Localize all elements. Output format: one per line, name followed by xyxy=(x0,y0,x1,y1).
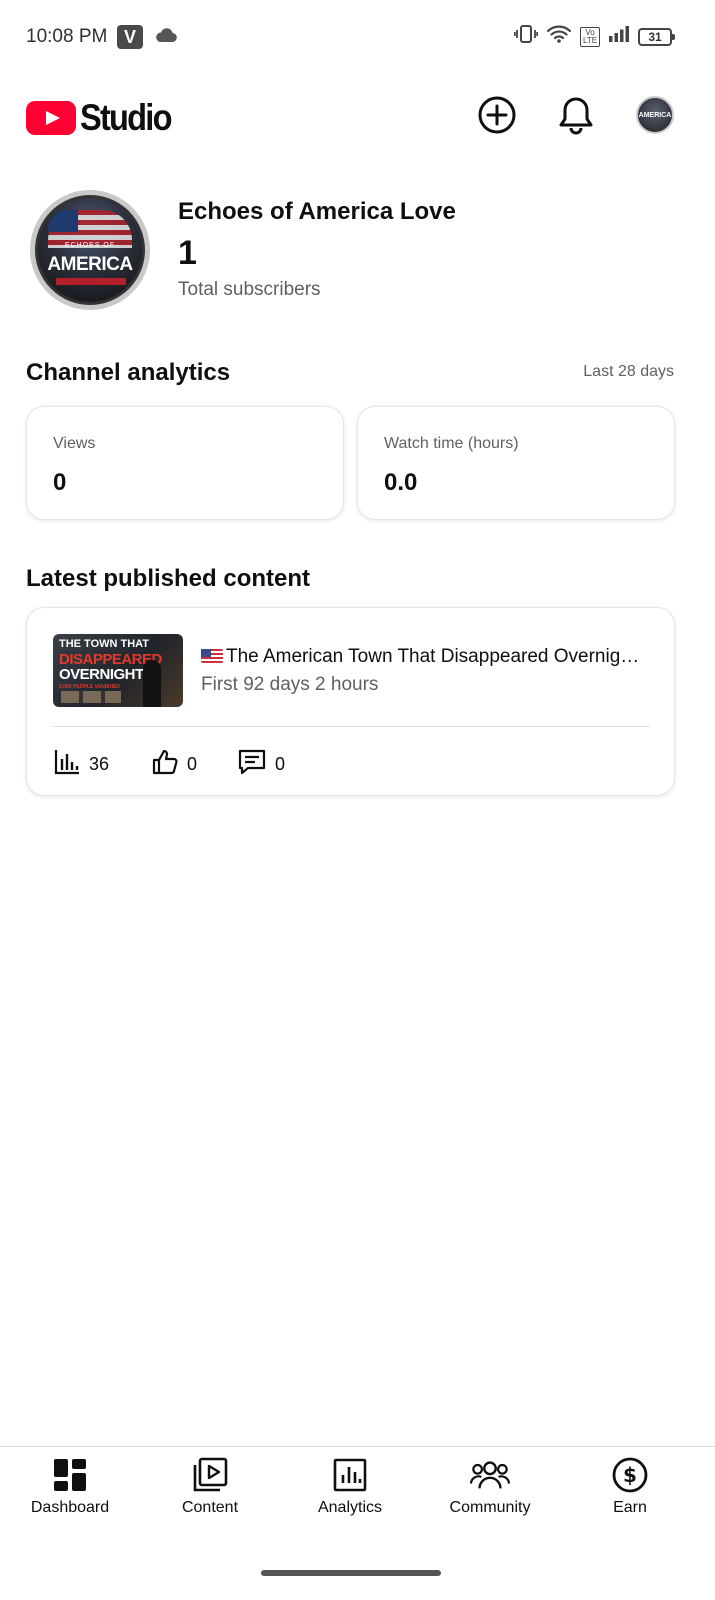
create-button[interactable] xyxy=(473,93,521,141)
svg-text:$: $ xyxy=(623,1463,637,1487)
views-card[interactable]: Views 0 xyxy=(26,406,344,520)
metric-value: 0.0 xyxy=(384,469,418,496)
bell-icon xyxy=(557,95,595,140)
subscriber-count: 1 xyxy=(178,234,197,272)
earn-icon: $ xyxy=(610,1455,650,1495)
analytics-section-title: Channel analytics xyxy=(26,359,231,386)
nav-label: Content xyxy=(181,1499,239,1516)
subscriber-label: Total subscribers xyxy=(178,279,321,300)
create-icon xyxy=(477,95,517,140)
bar-chart-icon xyxy=(53,748,81,781)
video-period: First 92 days 2 hours xyxy=(201,674,379,695)
nav-label: Earn xyxy=(613,1499,647,1516)
volte-icon: Vo LTE xyxy=(580,26,600,47)
comment-icon xyxy=(237,748,267,781)
comments-count: 0 xyxy=(275,754,286,774)
status-time: 10:08 PM xyxy=(26,26,108,47)
thumbs-up-icon xyxy=(151,748,179,781)
app-notification-icon: V xyxy=(117,25,143,49)
person-silhouette xyxy=(143,660,161,707)
battery-icon: 31 xyxy=(638,27,675,46)
channel-name: Echoes of America Love xyxy=(178,198,456,225)
thumbnail-text: OVERNIGHT xyxy=(59,666,144,683)
video-title-text: The American Town That Disappeared Overn… xyxy=(226,646,640,667)
metric-label: Views xyxy=(53,435,96,452)
notifications-button[interactable] xyxy=(552,93,600,141)
wifi-icon xyxy=(546,24,572,49)
video-title[interactable]: The American Town That Disappeared Overn… xyxy=(201,646,649,668)
nav-dashboard[interactable]: Dashboard xyxy=(0,1455,140,1517)
analytics-period: Last 28 days xyxy=(583,363,674,380)
video-thumbnail[interactable]: THE TOWN THAT DISAPPEARED OVERNIGHT 2,00… xyxy=(53,634,183,707)
likes-count: 0 xyxy=(187,754,198,774)
avatar-small-text: AMERICA xyxy=(638,111,672,119)
avatar-top-text: ECHOES OF xyxy=(64,242,116,249)
vibrate-icon xyxy=(513,24,539,49)
signal-icon xyxy=(608,25,630,48)
nav-label: Analytics xyxy=(317,1499,383,1516)
nav-label: Dashboard xyxy=(30,1499,110,1516)
nav-label: Community xyxy=(449,1499,531,1516)
community-icon xyxy=(470,1455,510,1495)
avatar-wordmark: AMERICA xyxy=(47,254,133,275)
thumbnail-text: 2,000 PEOPLE VANISHED xyxy=(59,684,121,690)
comments-stat[interactable]: 0 xyxy=(237,748,285,781)
nav-analytics[interactable]: Analytics xyxy=(280,1455,420,1517)
watch-time-card[interactable]: Watch time (hours) 0.0 xyxy=(357,406,675,520)
metric-label: Watch time (hours) xyxy=(384,435,519,452)
app-header: Studio AMERICA xyxy=(0,88,715,146)
youtube-play-icon xyxy=(26,101,76,135)
thumbnail-text: THE TOWN THAT xyxy=(59,638,150,650)
divider xyxy=(53,726,650,727)
account-avatar[interactable]: AMERICA xyxy=(636,96,674,134)
channel-logo-image: ECHOES OF AMERICA xyxy=(35,195,145,305)
battery-level: 31 xyxy=(638,27,672,46)
status-icons: Vo LTE 31 xyxy=(513,24,675,49)
us-flag-icon xyxy=(201,649,223,663)
analytics-icon xyxy=(330,1455,370,1495)
home-indicator[interactable] xyxy=(261,1570,441,1576)
latest-video-card[interactable]: THE TOWN THAT DISAPPEARED OVERNIGHT 2,00… xyxy=(26,607,675,796)
metric-value: 0 xyxy=(53,469,67,496)
status-bar: 10:08 PM V Vo LTE 31 xyxy=(0,0,715,76)
bottom-navigation: Dashboard Content Analytics Community $ … xyxy=(0,1446,715,1547)
nav-community[interactable]: Community xyxy=(420,1455,560,1517)
channel-avatar[interactable]: ECHOES OF AMERICA xyxy=(30,190,150,310)
nav-earn[interactable]: $ Earn xyxy=(560,1455,700,1517)
views-count: 36 xyxy=(89,754,110,774)
dashboard-icon xyxy=(50,1455,90,1495)
views-stat[interactable]: 36 xyxy=(53,748,109,781)
latest-content-title: Latest published content xyxy=(26,565,311,592)
content-icon xyxy=(190,1455,230,1495)
likes-stat[interactable]: 0 xyxy=(151,748,197,781)
logo-text: Studio xyxy=(80,97,172,138)
studio-logo[interactable]: Studio xyxy=(26,97,183,139)
cloud-icon xyxy=(154,26,178,49)
nav-content[interactable]: Content xyxy=(140,1455,280,1517)
